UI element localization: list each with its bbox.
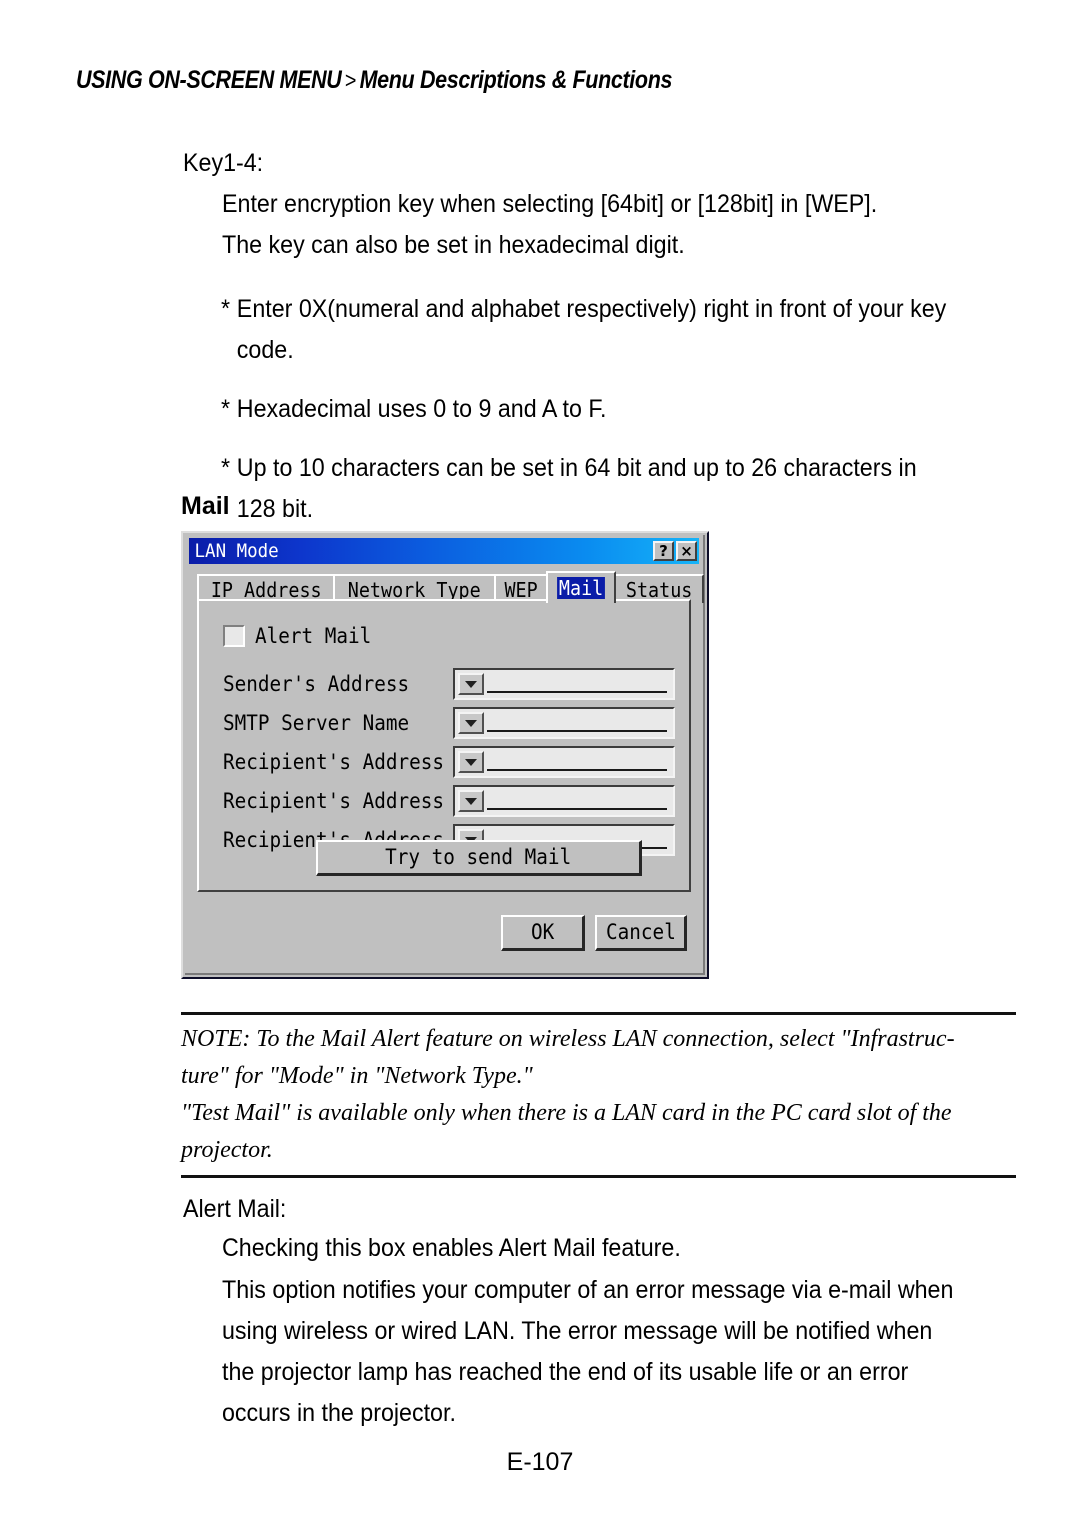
note-line: ture" for "Mode" in "Network Type." xyxy=(181,1063,533,1089)
tab-label: Mail xyxy=(557,576,606,600)
note-line: projector. xyxy=(181,1137,273,1163)
document-page: USING ON-SCREEN MENU > Menu Descriptions &… xyxy=(0,0,1080,1529)
recipients-address-2-input[interactable] xyxy=(487,787,667,815)
star-body: Up to 10 characters can be set in 64 bit… xyxy=(237,448,965,530)
star-mark: * xyxy=(221,295,231,323)
key-starred-notes: * Enter 0X(numeral and alphabet respecti… xyxy=(221,289,1021,548)
alert-mail-paragraph: This option notifies your computer of an… xyxy=(222,1270,957,1434)
button-label: OK xyxy=(530,920,555,944)
dialog-title: LAN Mode xyxy=(194,539,279,562)
star-line: code. xyxy=(236,336,294,364)
tab-mail[interactable]: Mail xyxy=(546,571,617,603)
note-line: "Test Mail" is available only when there… xyxy=(181,1100,952,1126)
running-header: USING ON-SCREEN MENU > Menu Descriptions &… xyxy=(76,66,884,95)
lan-mode-dialog: LAN Mode ? × IP Address Network Type WEP… xyxy=(181,531,709,979)
cancel-button[interactable]: Cancel xyxy=(595,915,687,951)
titlebar-button-group: ? × xyxy=(653,541,699,561)
field-label: Recipient's Address 2 xyxy=(223,788,468,813)
senders-address-combo[interactable] xyxy=(453,668,675,700)
key-section-line-2: The key can also be set in hexadecimal d… xyxy=(222,231,685,259)
field-row-recipients-address-1: Recipient's Address 1 xyxy=(223,743,675,781)
field-row-recipients-address-2: Recipient's Address 2 xyxy=(223,782,675,820)
alert-mail-checkbox[interactable] xyxy=(223,625,245,647)
field-label: Sender's Address xyxy=(223,671,410,696)
dialog-inner-frame: LAN Mode ? × IP Address Network Type WEP… xyxy=(185,535,705,975)
star-line: Enter 0X(numeral and alphabet respective… xyxy=(236,295,947,323)
recipients-address-1-combo[interactable] xyxy=(453,746,675,778)
tab-panel-mail: Alert Mail Sender's Address SMTP Server … xyxy=(197,599,691,892)
key-section-title: Key1-4: xyxy=(183,149,264,177)
paragraph-line: This option notifies your computer of an… xyxy=(222,1276,954,1304)
starred-note: * Up to 10 characters can be set in 64 b… xyxy=(221,448,965,530)
senders-address-input[interactable] xyxy=(487,670,667,698)
star-line: 128 bit. xyxy=(236,495,314,523)
alert-mail-label: Alert Mail xyxy=(255,623,372,648)
note-line: NOTE: To the Mail Alert feature on wirel… xyxy=(181,1026,955,1052)
header-left: USING ON-SCREEN MENU xyxy=(76,66,342,94)
alert-mail-line-1: Checking this box enables Alert Mail fea… xyxy=(222,1234,681,1262)
try-to-send-mail-button[interactable]: Try to send Mail xyxy=(316,840,642,876)
field-row-senders-address: Sender's Address xyxy=(223,665,675,703)
tab-label: Network Type xyxy=(348,577,482,602)
recipients-address-1-input[interactable] xyxy=(487,748,667,776)
chevron-down-icon[interactable] xyxy=(458,751,484,773)
star-mark: * xyxy=(221,395,231,423)
page-number: E-107 xyxy=(506,1448,574,1476)
star-line: Hexadecimal uses 0 to 9 and A to F. xyxy=(236,395,607,423)
button-label: Cancel xyxy=(605,920,676,944)
star-body: Enter 0X(numeral and alphabet respective… xyxy=(237,289,965,371)
button-label: Try to send Mail xyxy=(385,845,572,869)
help-icon[interactable]: ? xyxy=(653,541,674,561)
chevron-down-icon[interactable] xyxy=(458,790,484,812)
tab-label: Status xyxy=(626,577,693,602)
alert-mail-checkbox-row[interactable]: Alert Mail xyxy=(223,625,381,647)
recipients-address-2-combo[interactable] xyxy=(453,785,675,817)
alert-mail-section-title: Alert Mail: xyxy=(183,1195,287,1223)
paragraph-line: the projector lamp has reached the end o… xyxy=(222,1358,909,1386)
mail-field-list: Sender's Address SMTP Server Name Recipi… xyxy=(223,665,675,860)
field-label: Recipient's Address 1 xyxy=(223,749,468,774)
ok-button[interactable]: OK xyxy=(501,915,585,951)
tab-label: WEP xyxy=(504,577,538,602)
close-icon[interactable]: × xyxy=(676,541,697,561)
starred-note: * Enter 0X(numeral and alphabet respecti… xyxy=(221,289,965,371)
paragraph-line: occurs in the projector. xyxy=(222,1399,456,1427)
header-separator: > xyxy=(344,67,357,93)
star-body: Hexadecimal uses 0 to 9 and A to F. xyxy=(237,389,965,430)
chevron-down-icon[interactable] xyxy=(458,712,484,734)
dialog-titlebar: LAN Mode ? × xyxy=(189,538,699,564)
field-label: SMTP Server Name xyxy=(223,710,410,735)
header-right: Menu Descriptions & Functions xyxy=(359,66,673,94)
field-row-smtp-server-name: SMTP Server Name xyxy=(223,704,675,742)
smtp-server-name-combo[interactable] xyxy=(453,707,675,739)
star-line: Up to 10 characters can be set in 64 bit… xyxy=(236,454,917,482)
paragraph-line: using wireless or wired LAN. The error m… xyxy=(222,1317,933,1345)
tab-label: IP Address xyxy=(210,577,322,602)
starred-note: * Hexadecimal uses 0 to 9 and A to F. xyxy=(221,389,965,430)
smtp-server-name-input[interactable] xyxy=(487,709,667,737)
note-block: NOTE: To the Mail Alert feature on wirel… xyxy=(181,1012,1016,1178)
key-section-line-1: Enter encryption key when selecting [64b… xyxy=(222,190,878,218)
mail-subheading: Mail xyxy=(181,492,230,520)
chevron-down-icon[interactable] xyxy=(458,673,484,695)
